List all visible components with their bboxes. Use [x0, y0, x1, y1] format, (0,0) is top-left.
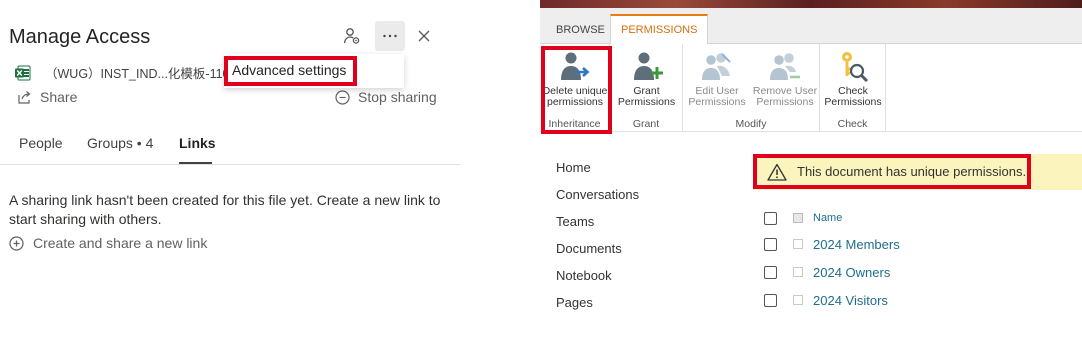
highlight-box-delete-unique	[541, 46, 612, 134]
share-label: Share	[40, 89, 78, 105]
group-link[interactable]: 2024 Visitors	[813, 293, 888, 308]
share-icon	[18, 91, 31, 104]
excel-file-icon	[15, 65, 31, 80]
check-permissions-button[interactable]: Check Permissions	[820, 50, 886, 108]
highlight-box-advanced-settings	[224, 56, 357, 86]
grant-permissions-icon	[633, 52, 663, 80]
manage-access-panel: Manage Access （WUG）INST_IND...化模板-1108.x	[0, 0, 460, 338]
ribbon-group-check: Check Permissions Check	[820, 44, 886, 132]
grant-line2: Permissions	[617, 96, 676, 108]
row-item-checkbox	[793, 239, 803, 249]
nav-item-notebook[interactable]: Notebook	[556, 268, 639, 295]
panel-title: Manage Access	[9, 26, 151, 48]
add-circle-icon	[9, 235, 24, 251]
quick-launch-nav: Home Conversations Teams Documents Noteb…	[556, 160, 639, 322]
ribbon-group-label-modify: Modify	[735, 118, 767, 130]
remove-user-permissions-button[interactable]: Remove User Permissions	[749, 50, 821, 108]
edit-user-permissions-icon	[702, 53, 731, 80]
tab-links[interactable]: Links	[179, 135, 216, 151]
tab-permissions[interactable]: PERMISSIONS	[610, 14, 709, 44]
row-checkbox[interactable]	[764, 265, 777, 279]
row-checkbox[interactable]	[764, 293, 777, 307]
nav-item-home[interactable]: Home	[556, 160, 639, 187]
column-header-name[interactable]: Name	[813, 212, 842, 224]
ribbon-group-grant: Grant Permissions Grant	[610, 44, 683, 132]
tab-groups[interactable]: Groups • 4	[87, 135, 153, 151]
nav-item-pages[interactable]: Pages	[556, 295, 639, 322]
check-permissions-icon	[842, 52, 869, 82]
tab-browse[interactable]: BROWSE	[546, 16, 615, 44]
create-share-link-button[interactable]: Create and share a new link	[9, 235, 207, 251]
table-header: Name	[764, 207, 1064, 229]
tab-people[interactable]: People	[19, 135, 63, 151]
nav-item-documents[interactable]: Documents	[556, 241, 639, 268]
group-link[interactable]: 2024 Members	[813, 237, 900, 252]
no-links-message: A sharing link hasn't been created for t…	[9, 192, 441, 227]
row-item-checkbox	[793, 267, 803, 277]
highlight-box-notice	[753, 154, 1031, 189]
ribbon-group-modify: Edit User Permissions Remove User Permis…	[683, 44, 820, 132]
table-row: 2024 Members	[764, 233, 1064, 255]
nav-item-teams[interactable]: Teams	[556, 214, 639, 241]
table-row: 2024 Owners	[764, 261, 1064, 283]
grant-permissions-button[interactable]: Grant Permissions	[610, 50, 683, 108]
person-settings-icon	[343, 28, 360, 44]
table-row: 2024 Visitors	[764, 289, 1064, 311]
minus-circle-icon	[335, 89, 350, 105]
ellipsis-icon	[383, 34, 397, 38]
remove-user-permissions-icon	[770, 53, 800, 80]
stop-sharing-label: Stop sharing	[358, 89, 437, 105]
manage-people-button[interactable]	[340, 24, 364, 48]
remove-user-line2: Permissions	[756, 96, 814, 108]
close-icon	[418, 30, 430, 42]
create-link-label: Create and share a new link	[33, 235, 208, 251]
edit-user-line2: Permissions	[688, 96, 746, 108]
edit-user-permissions-button[interactable]: Edit User Permissions	[683, 50, 751, 108]
close-button[interactable]	[412, 24, 436, 48]
row-item-checkbox	[793, 295, 803, 305]
access-tabs: People Groups • 4 Links	[0, 130, 460, 165]
active-tab-indicator	[179, 162, 212, 164]
ribbon-group-label-grant: Grant	[632, 118, 660, 130]
file-info: （WUG）INST_IND...化模板-1108.x	[15, 63, 246, 82]
header-item-checkbox	[793, 213, 803, 223]
stop-sharing-button[interactable]: Stop sharing	[335, 89, 437, 105]
header-banner	[540, 0, 1082, 8]
file-name: （WUG）INST_IND...化模板-1108.x	[45, 67, 247, 81]
share-button[interactable]: Share	[17, 89, 77, 105]
ribbon-group-label-check: Check	[837, 118, 868, 130]
ribbon-tabs: BROWSE PERMISSIONS	[540, 8, 1082, 44]
more-options-button[interactable]	[375, 21, 405, 51]
nav-item-conversations[interactable]: Conversations	[556, 187, 639, 214]
check-line2: Permissions	[824, 96, 882, 108]
select-all-checkbox[interactable]	[764, 211, 777, 225]
row-checkbox[interactable]	[764, 237, 777, 251]
group-link[interactable]: 2024 Owners	[813, 265, 890, 280]
permissions-ribbon: Delete unique permissions Inheritance Gr…	[540, 44, 1082, 132]
